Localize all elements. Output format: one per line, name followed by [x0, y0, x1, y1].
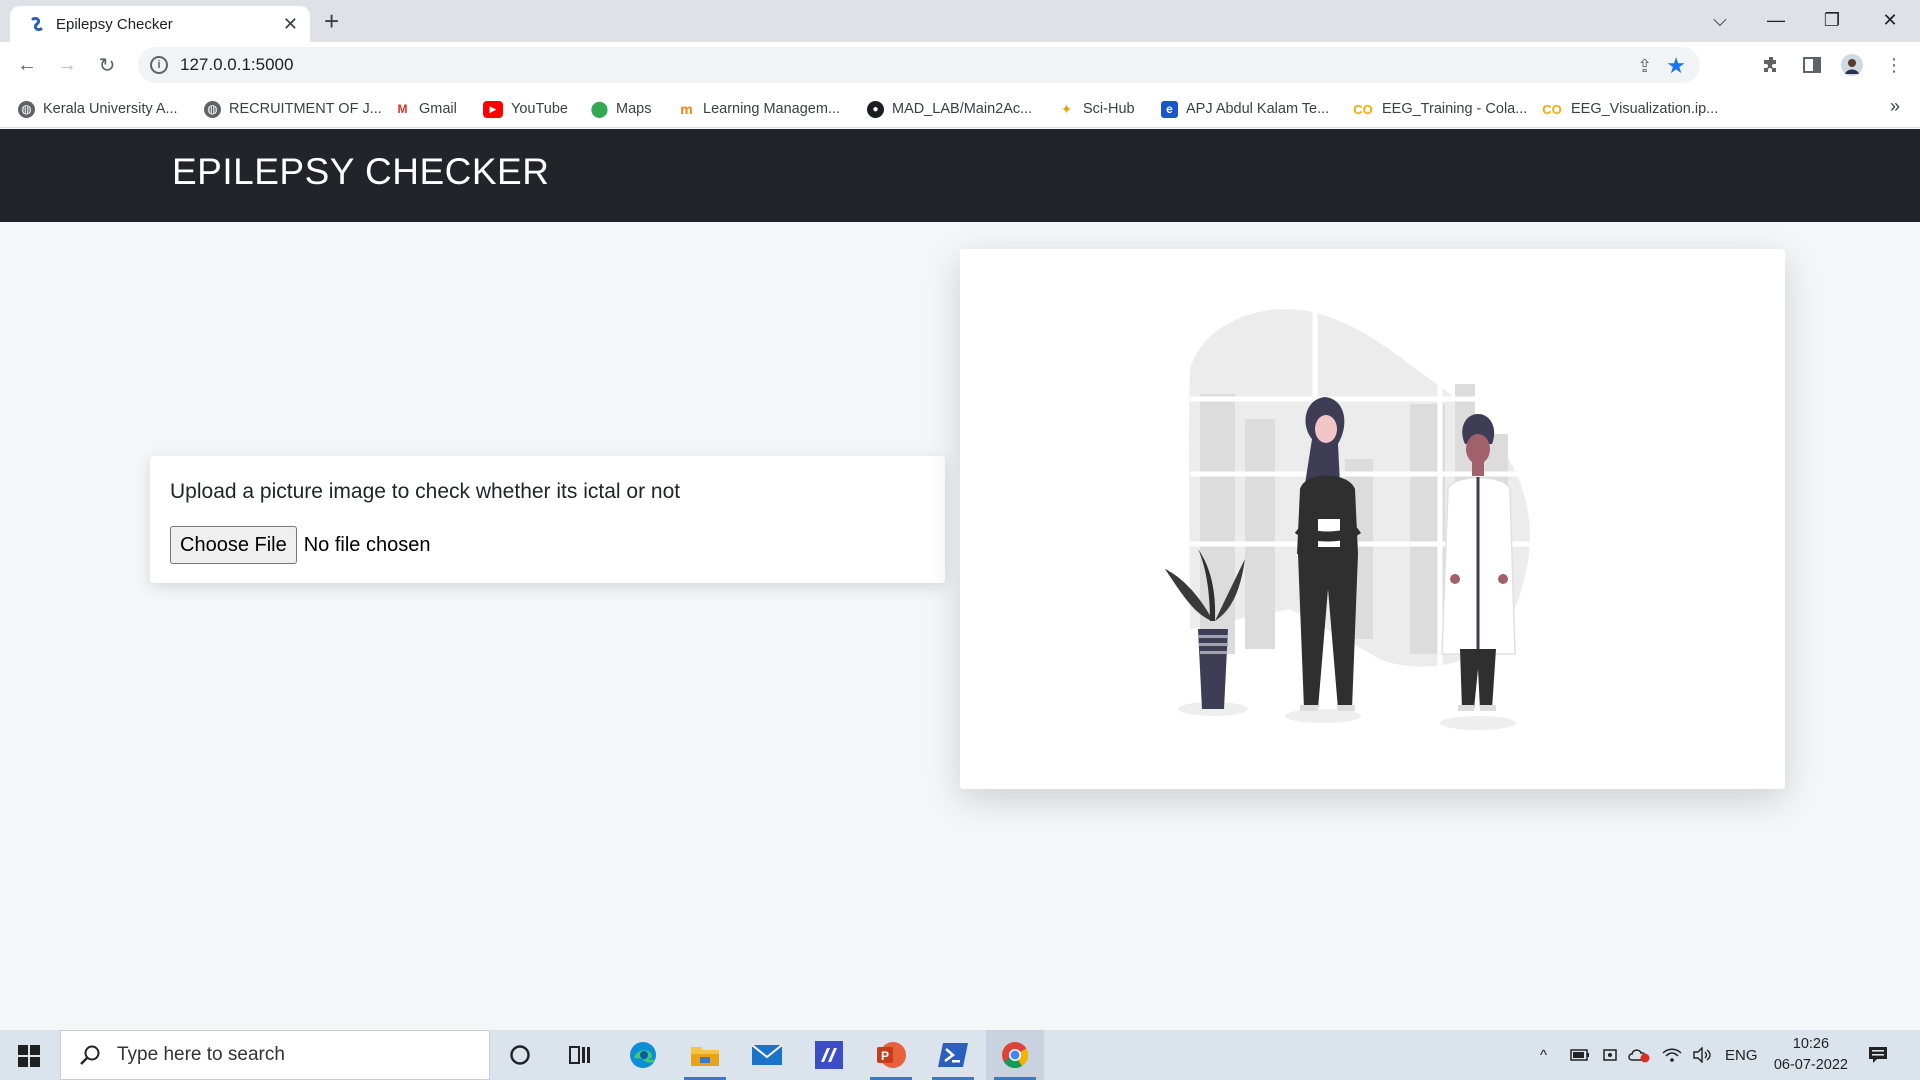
file-explorer-icon[interactable] [676, 1030, 734, 1080]
task-view-icon[interactable] [551, 1030, 609, 1080]
restore-icon[interactable]: ❐ [1804, 0, 1860, 40]
clock-date: 06-07-2022 [1773, 1057, 1848, 1073]
upload-card: Upload a picture image to check whether … [150, 456, 945, 583]
search-icon [80, 1045, 100, 1065]
powerpoint-icon[interactable]: P [862, 1030, 920, 1080]
bookmark-label: RECRUITMENT OF J... [229, 101, 382, 117]
doctors-illustration [1165, 304, 1540, 730]
colab-icon: CO [1542, 101, 1562, 117]
url-text[interactable]: 127.0.0.1:5000 [180, 55, 293, 75]
bookmark-eeg-training[interactable]: CO EEG_Training - Cola... [1352, 96, 1527, 122]
github-icon: ● [867, 100, 884, 118]
brand-title[interactable]: EPILEPSY CHECKER [172, 151, 549, 193]
minimize-icon[interactable]: — [1748, 0, 1804, 40]
tab-strip: Epilepsy Checker ✕ + ⌵ — ❐ ✕ [0, 0, 1920, 42]
bookmarks-bar: ◍ Kerala University A... ◍ RECRUITMENT O… [0, 88, 1920, 128]
clock-time: 10:26 [1792, 1036, 1830, 1052]
tab-epilepsy-checker[interactable]: Epilepsy Checker ✕ [10, 6, 310, 42]
moodle-icon: m [680, 101, 693, 117]
site-navbar: EPILEPSY CHECKER [0, 129, 1920, 222]
illustration-card [960, 249, 1785, 789]
tab-title: Epilepsy Checker [56, 15, 173, 33]
bookmark-recruitment[interactable]: ◍ RECRUITMENT OF J... [204, 96, 382, 122]
bookmark-youtube[interactable]: ▶ YouTube [483, 96, 568, 122]
mail-icon[interactable] [738, 1030, 796, 1080]
powerautomate-icon[interactable] [800, 1030, 858, 1080]
address-bar[interactable]: i 127.0.0.1:5000 ⇪ ★ [138, 47, 1700, 83]
bookmark-scihub[interactable]: ✦ Sci-Hub [1058, 96, 1135, 122]
upload-prompt: Upload a picture image to check whether … [170, 480, 681, 503]
bookmark-kerala-university[interactable]: ◍ Kerala University A... [18, 96, 178, 122]
bookmark-label: EEG_Visualization.ip... [1571, 101, 1719, 117]
taskbar-clock[interactable]: 10:26 06-07-2022 [1774, 1034, 1848, 1076]
volume-icon[interactable] [1692, 1030, 1712, 1080]
profile-avatar[interactable] [1840, 53, 1864, 77]
bookmark-maps[interactable]: ⬤ Maps [590, 96, 652, 122]
forward-icon[interactable]: → [52, 50, 82, 80]
youtube-icon: ▶ [483, 100, 503, 118]
bookmark-label: APJ Abdul Kalam Te... [1186, 101, 1330, 117]
globe-icon: ◍ [204, 100, 221, 118]
bookmark-label: Maps [616, 101, 652, 117]
meet-now-icon[interactable] [1602, 1030, 1618, 1080]
bookmark-star-icon[interactable]: ★ [1666, 53, 1686, 79]
chrome-menu-icon[interactable]: ⋮ [1882, 53, 1906, 77]
choose-file-button[interactable]: Choose File [170, 526, 297, 564]
show-hidden-icons[interactable]: ^ [1540, 1030, 1547, 1080]
chrome-icon[interactable] [986, 1030, 1044, 1080]
bookmark-label: Learning Managem... [703, 101, 841, 117]
wifi-icon[interactable] [1662, 1030, 1682, 1080]
bookmark-label: Sci-Hub [1083, 101, 1135, 117]
tab-search-icon[interactable]: ⌵ [1692, 0, 1748, 40]
new-tab-icon[interactable]: + [324, 6, 339, 36]
globe-icon: ◍ [18, 100, 35, 118]
ktu-icon: e [1161, 100, 1178, 118]
side-panel-icon[interactable] [1800, 53, 1824, 77]
maps-icon: ⬤ [590, 101, 609, 118]
browser-toolbar: ← → ↻ i 127.0.0.1:5000 ⇪ ★ ⋮ [0, 42, 1920, 88]
site-favicon-icon [31, 17, 43, 31]
bookmark-label: EEG_Training - Cola... [1382, 101, 1528, 117]
powershell-icon[interactable] [924, 1030, 982, 1080]
bookmark-github[interactable]: ● MAD_LAB/Main2Ac... [867, 96, 1032, 122]
bookmark-learning-management[interactable]: m Learning Managem... [678, 96, 840, 122]
search-placeholder: Type here to search [117, 1044, 285, 1065]
bookmark-label: MAD_LAB/Main2Ac... [892, 101, 1033, 117]
file-status: No file chosen [303, 533, 431, 556]
bookmark-label: YouTube [511, 101, 568, 117]
tab-close-icon[interactable]: ✕ [283, 14, 298, 35]
taskbar-search-box[interactable]: Type here to search [60, 1030, 490, 1080]
edge-icon[interactable] [614, 1030, 672, 1080]
bookmark-gmail[interactable]: M Gmail [394, 96, 457, 122]
file-input[interactable]: Choose File No file chosen [170, 526, 430, 564]
windows-taskbar: Type here to search P ^ ENG 10:26 06-07-… [0, 1030, 1920, 1080]
windows-start-icon[interactable] [18, 1045, 40, 1072]
onedrive-icon[interactable] [1628, 1030, 1650, 1080]
more-bookmarks-icon[interactable]: » [1890, 96, 1900, 117]
scihub-icon: ✦ [1060, 100, 1073, 117]
share-icon[interactable]: ⇪ [1637, 56, 1652, 77]
bookmark-eeg-visualization[interactable]: CO EEG_Visualization.ip... [1541, 96, 1718, 122]
window-close-icon[interactable]: ✕ [1862, 0, 1918, 40]
reload-icon[interactable]: ↻ [92, 50, 122, 80]
bookmark-label: Kerala University A... [43, 101, 178, 117]
notifications-icon[interactable] [1868, 1030, 1888, 1080]
extensions-icon[interactable] [1760, 53, 1784, 77]
input-language[interactable]: ENG [1725, 1030, 1758, 1080]
colab-icon: CO [1353, 101, 1373, 117]
bookmark-label: Gmail [419, 101, 457, 117]
battery-icon[interactable] [1570, 1030, 1590, 1080]
svg-text:P: P [881, 1049, 889, 1063]
back-icon[interactable]: ← [12, 50, 42, 80]
cortana-icon[interactable] [491, 1030, 549, 1080]
site-info-icon[interactable]: i [150, 56, 168, 74]
gmail-icon: M [397, 102, 408, 116]
bookmark-apj-abdul-kalam[interactable]: e APJ Abdul Kalam Te... [1161, 96, 1329, 122]
